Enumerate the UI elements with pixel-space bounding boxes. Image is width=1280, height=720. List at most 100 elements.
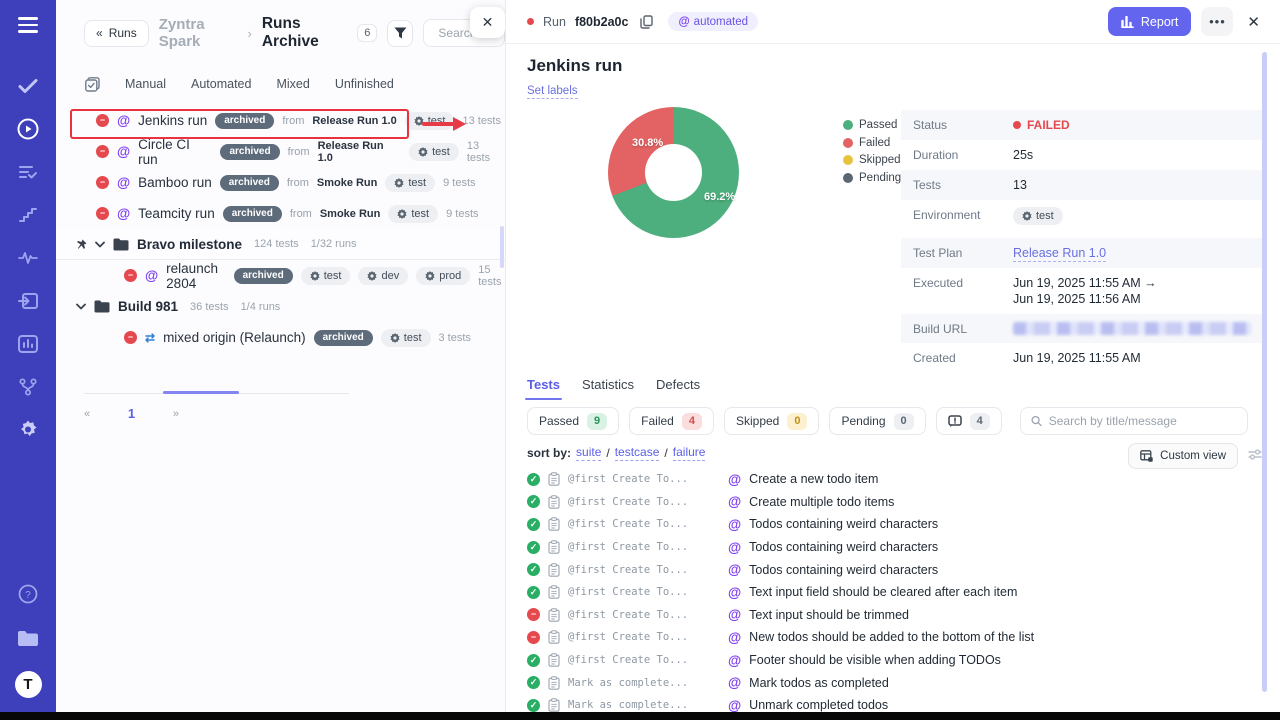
archived-badge: archived: [234, 268, 293, 284]
test-row[interactable]: @first Create To...@New todos should be …: [506, 626, 1266, 649]
app-logo[interactable]: T: [15, 671, 42, 698]
env-tag: test: [1013, 207, 1063, 225]
test-row[interactable]: @first Create To...@Text input field sho…: [506, 581, 1266, 604]
analytics-pulse-icon[interactable]: [17, 247, 39, 269]
settings-gear-icon[interactable]: [17, 419, 39, 441]
gear-icon: [425, 271, 435, 281]
status-icon: [527, 699, 540, 712]
tab-mixed[interactable]: Mixed: [276, 77, 309, 91]
left-panel-scrollbar[interactable]: [500, 226, 504, 268]
status-icon: [527, 586, 540, 599]
branches-icon[interactable]: [17, 376, 39, 398]
sort-by-testcase-link[interactable]: testcase: [615, 445, 660, 461]
env-tag: test: [301, 267, 351, 285]
status-icon: [527, 541, 540, 554]
tests-check-icon[interactable]: [17, 75, 39, 97]
clipboard-icon: [548, 585, 560, 599]
panel-close-button[interactable]: ✕: [470, 7, 505, 38]
detail-close-button[interactable]: ✕: [1243, 13, 1264, 31]
test-row[interactable]: @first Create To...@Todos containing wei…: [506, 513, 1266, 536]
import-icon[interactable]: [17, 290, 39, 312]
archived-badge: archived: [220, 144, 279, 160]
set-labels-link[interactable]: Set labels: [527, 85, 578, 99]
run-row-bamboo[interactable]: − @ Bamboo run archived from Smoke Run t…: [56, 167, 505, 198]
test-title: Footer should be visible when adding TOD…: [749, 653, 1001, 667]
run-row-relaunch-2804[interactable]: − @ relaunch 2804 archived test dev prod…: [56, 260, 505, 291]
select-all-icon[interactable]: [84, 76, 100, 92]
tests-count: 3 tests: [439, 332, 471, 344]
tab-manual[interactable]: Manual: [125, 77, 166, 91]
duration-value: 25s: [1013, 147, 1033, 163]
run-row-mixed-origin[interactable]: − ⇄ mixed origin (Relaunch) archived tes…: [56, 322, 505, 353]
test-plans-icon[interactable]: [17, 161, 39, 183]
created-value: Jun 19, 2025 11:55 AM: [1013, 350, 1141, 366]
copy-icon[interactable]: [640, 15, 653, 29]
info-row-duration: Duration 25s: [901, 140, 1263, 170]
chevron-down-icon[interactable]: [76, 303, 86, 310]
test-row[interactable]: @first Create To...@Create multiple todo…: [506, 491, 1266, 514]
filter-button[interactable]: [387, 20, 413, 47]
filter-skipped[interactable]: Skipped0: [724, 407, 820, 435]
failed-status-icon: −: [96, 176, 109, 189]
tab-unfinished[interactable]: Unfinished: [335, 77, 394, 91]
runs-play-icon[interactable]: [17, 118, 39, 140]
run-row-teamcity[interactable]: − @ Teamcity run archived from Smoke Run…: [56, 198, 505, 229]
chevron-down-icon[interactable]: [95, 241, 105, 248]
executed-start: Jun 19, 2025 11:55 AM →: [1013, 276, 1157, 290]
test-row[interactable]: @first Create To...@Create a new todo it…: [506, 468, 1266, 491]
pagination-next-button[interactable]: »: [173, 408, 179, 420]
more-options-button[interactable]: •••: [1201, 7, 1233, 36]
sort-by-failure-link[interactable]: failure: [673, 445, 706, 461]
projects-folder-icon[interactable]: [17, 627, 39, 649]
tests-search-input[interactable]: [1049, 414, 1237, 428]
failed-status-icon: −: [96, 207, 109, 220]
view-settings-icon[interactable]: [1248, 448, 1262, 461]
sort-by-suite-link[interactable]: suite: [576, 445, 601, 461]
help-icon[interactable]: ?: [17, 583, 39, 605]
pagination: « 1 »: [84, 406, 179, 421]
filter-passed[interactable]: Passed9: [527, 407, 619, 435]
comment-icon: [948, 415, 962, 428]
folder-row-build-981[interactable]: Build 981 36 tests 1/4 runs: [56, 291, 505, 322]
test-row[interactable]: @first Create To...@Footer should be vis…: [506, 649, 1266, 672]
bar-chart-icon: [1121, 16, 1134, 28]
filter-pending[interactable]: Pending0: [829, 407, 925, 435]
automated-icon: @: [728, 607, 741, 622]
test-row[interactable]: @first Create To...@Todos containing wei…: [506, 536, 1266, 559]
filter-failed[interactable]: Failed4: [629, 407, 714, 435]
test-row[interactable]: Mark as complete...@Mark todos as comple…: [506, 671, 1266, 694]
tab-tests[interactable]: Tests: [527, 377, 560, 398]
run-name: Teamcity run: [138, 206, 215, 221]
env-tag: test: [381, 329, 431, 347]
detail-scrollbar[interactable]: [1262, 52, 1267, 692]
from-label: from: [287, 177, 309, 189]
failed-status-icon: −: [96, 114, 109, 127]
status-badge: FAILED: [1027, 117, 1070, 133]
tab-defects[interactable]: Defects: [656, 377, 700, 398]
filter-comments[interactable]: 4: [936, 407, 1002, 435]
pagination-page-1[interactable]: 1: [128, 406, 135, 421]
custom-view-button[interactable]: Custom view: [1128, 443, 1238, 469]
breadcrumb-project[interactable]: Zyntra Spark: [159, 16, 238, 50]
run-row-circleci[interactable]: − @ Circle CI run archived from Release …: [56, 136, 505, 167]
test-row[interactable]: @first Create To...@Text input should be…: [506, 604, 1266, 627]
clipboard-icon: [548, 517, 560, 531]
steps-icon[interactable]: [17, 204, 39, 226]
back-label: Runs: [109, 26, 137, 40]
reports-icon[interactable]: [17, 333, 39, 355]
info-row-executed: Executed Jun 19, 2025 11:55 AM →Jun 19, …: [901, 268, 1263, 314]
tab-statistics[interactable]: Statistics: [582, 377, 634, 398]
info-row-test-plan: Test Plan Release Run 1.0: [901, 238, 1263, 268]
run-row-jenkins[interactable]: − @ Jenkins run archived from Release Ru…: [56, 105, 505, 136]
menu-icon[interactable]: [18, 17, 38, 33]
tab-automated[interactable]: Automated: [191, 77, 251, 91]
test-plan-link[interactable]: Release Run 1.0: [1013, 246, 1106, 262]
folder-icon: [113, 238, 129, 251]
automated-run-icon: @: [117, 113, 130, 128]
build-url-redacted[interactable]: [1013, 322, 1251, 335]
test-row[interactable]: @first Create To...@Todos containing wei…: [506, 558, 1266, 581]
back-to-runs-button[interactable]: « Runs: [84, 20, 149, 47]
pagination-prev-button[interactable]: «: [84, 408, 90, 420]
report-button[interactable]: Report: [1108, 7, 1192, 36]
folder-row-bravo-milestone[interactable]: Bravo milestone 124 tests 1/32 runs: [56, 229, 505, 260]
